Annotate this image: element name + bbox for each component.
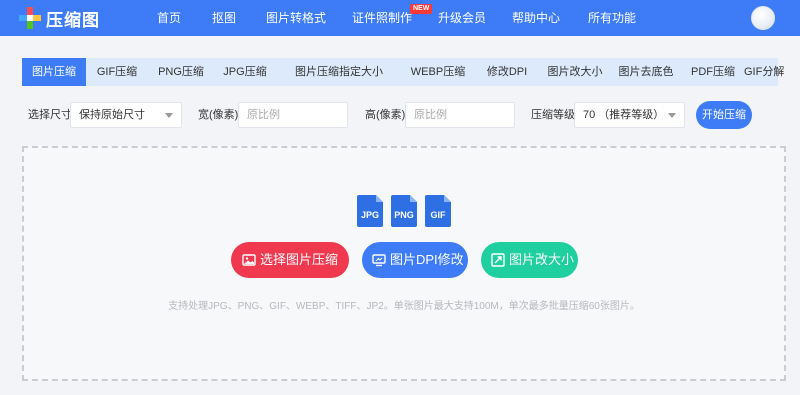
tab-resize-image[interactable]: 图片改大小 — [540, 58, 610, 86]
tab-compress-to-size[interactable]: 图片压缩指定大小 — [276, 58, 402, 86]
image-icon — [242, 254, 256, 266]
height-label: 高(像素) — [365, 109, 406, 121]
nav-item-id-photo[interactable]: 证件照制作 — [352, 0, 412, 36]
nav-item-convert[interactable]: 图片转格式 — [266, 0, 326, 36]
size-select-value: 保持原始尺寸 — [79, 109, 145, 121]
chevron-down-icon — [668, 113, 676, 118]
logo-icon — [19, 7, 41, 29]
tab-gif-compress[interactable]: GIF压缩 — [86, 58, 148, 86]
nav-item-help[interactable]: 帮助中心 — [512, 0, 560, 36]
png-file-label: PNG — [394, 210, 414, 220]
size-label: 选择尺寸 — [28, 109, 72, 121]
resize-icon — [491, 253, 505, 267]
png-file-icon: PNG — [391, 195, 417, 227]
image-resize-button[interactable]: 图片改大小 — [481, 242, 578, 278]
tab-jpg-compress[interactable]: JPG压缩 — [214, 58, 276, 86]
height-input[interactable] — [405, 102, 515, 128]
tab-image-compress[interactable]: 图片压缩 — [22, 58, 86, 86]
brand-name: 压缩图 — [46, 10, 100, 30]
tab-webp-compress[interactable]: WEBP压缩 — [402, 58, 474, 86]
nav-item-upgrade[interactable]: 升级会员 — [438, 0, 486, 36]
gif-file-icon: GIF — [425, 195, 451, 227]
image-resize-label: 图片改大小 — [509, 252, 575, 267]
image-dpi-modify-button[interactable]: 图片DPI修改 — [362, 242, 468, 278]
image-dpi-modify-label: 图片DPI修改 — [390, 252, 464, 267]
size-select[interactable]: 保持原始尺寸 — [70, 102, 182, 128]
tab-remove-background[interactable]: 图片去底色 — [610, 58, 682, 86]
chevron-down-icon — [165, 113, 173, 118]
jpg-file-icon: JPG — [357, 195, 383, 227]
nav-item-home[interactable]: 首页 — [157, 0, 181, 36]
width-label: 宽(像素) — [198, 109, 239, 121]
nav-item-cutout[interactable]: 抠图 — [212, 0, 236, 36]
new-badge: NEW — [410, 4, 433, 14]
tool-tabs: 图片压缩 GIF压缩 PNG压缩 JPG压缩 图片压缩指定大小 WEBP压缩 修… — [22, 58, 784, 86]
select-image-compress-label: 选择图片压缩 — [260, 252, 339, 267]
nav-item-all-features[interactable]: 所有功能 — [588, 0, 636, 36]
gif-file-label: GIF — [431, 210, 447, 220]
upload-hint: 支持处理JPG、PNG、GIF、WEBP、TIFF、JP2。单张图片最大支持10… — [168, 301, 640, 312]
top-nav: 压缩图 首页 抠图 图片转格式 证件照制作 NEW 升级会员 帮助中心 所有功能 — [0, 0, 800, 36]
level-select-value: 70 （推荐等级） — [583, 109, 665, 121]
jpg-file-label: JPG — [361, 210, 379, 220]
avatar[interactable] — [751, 6, 775, 30]
brand-logo[interactable]: 压缩图 — [18, 5, 100, 31]
tab-png-compress[interactable]: PNG压缩 — [148, 58, 214, 86]
start-compress-button[interactable]: 开始压缩 — [696, 101, 752, 129]
level-select[interactable]: 70 （推荐等级） — [574, 102, 685, 128]
width-input[interactable] — [238, 102, 348, 128]
tab-modify-dpi[interactable]: 修改DPI — [474, 58, 540, 86]
level-label: 压缩等级 — [531, 109, 575, 121]
monitor-icon — [372, 254, 386, 267]
tab-pdf-compress[interactable]: PDF压缩 — [682, 58, 744, 86]
select-image-compress-button[interactable]: 选择图片压缩 — [231, 242, 349, 278]
tab-gif-split[interactable]: GIF分解 — [744, 58, 784, 86]
